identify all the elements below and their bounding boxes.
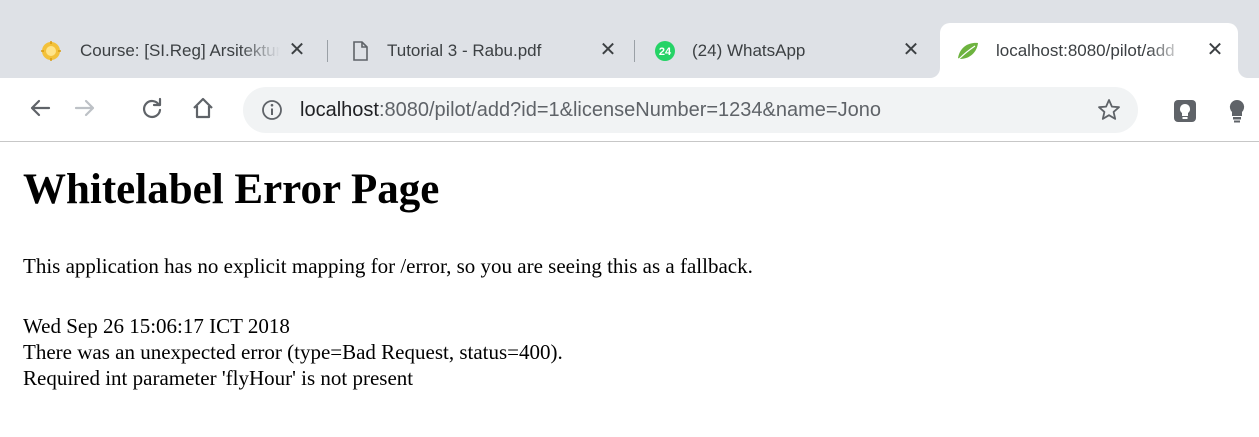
arrow-right-icon [74,97,96,124]
spring-leaf-icon [956,40,978,62]
home-button[interactable] [185,92,221,128]
tab-title: Course: [SI.Reg] Arsitektur [80,41,280,60]
reload-icon [141,97,163,124]
fallback-message: This application has no explicit mapping… [23,254,753,278]
tab-localhost-pilot[interactable]: localhost:8080/pilot/add ✕ [940,23,1238,78]
page-title: Whitelabel Error Page [23,166,440,213]
svg-text:24: 24 [659,46,672,58]
url-text[interactable]: localhost:8080/pilot/add?id=1&licenseNum… [300,98,881,122]
document-icon [349,40,371,62]
back-button[interactable] [22,92,58,128]
lightbulb-extension-icon[interactable] [1172,98,1198,124]
url-host: localhost [300,99,379,121]
error-status: There was an unexpected error (type=Bad … [23,340,563,364]
course-favicon-icon [40,40,62,62]
url-path: :8080/pilot/add?id=1&licenseNumber=1234&… [378,99,881,121]
tab-strip: Course: [SI.Reg] Arsitektur ✕ Tutorial 3… [0,0,1259,78]
tab-title: (24) WhatsApp [692,41,806,60]
tab-close-button[interactable]: ✕ [1204,39,1226,61]
error-timestamp: Wed Sep 26 15:06:17 ICT 2018 [23,314,290,338]
home-icon [191,96,215,125]
tab-close-button[interactable]: ✕ [286,39,308,61]
error-message: Required int parameter 'flyHour' is not … [23,366,414,390]
bulb-extension-icon[interactable] [1226,98,1252,124]
address-bar[interactable]: localhost:8080/pilot/add?id=1&licenseNum… [243,87,1138,133]
tab-tutorial-pdf[interactable]: Tutorial 3 - Rabu.pdf ✕ [331,23,631,78]
page-content: Whitelabel Error Page This application h… [0,143,1259,437]
tab-close-button[interactable]: ✕ [597,39,619,61]
whatsapp-icon: 24 [654,40,676,62]
tab-close-button[interactable]: ✕ [900,39,922,61]
tab-title: Tutorial 3 - Rabu.pdf [387,41,542,60]
reload-button[interactable] [134,92,170,128]
tab-title: localhost:8080/pilot/add [996,41,1175,60]
info-icon[interactable] [261,99,283,121]
tab-course[interactable]: Course: [SI.Reg] Arsitektur ✕ [0,23,322,78]
bookmark-star-icon[interactable] [1096,97,1122,123]
tab-separator [634,40,635,62]
tab-separator [327,40,328,62]
browser-toolbar: localhost:8080/pilot/add?id=1&licenseNum… [0,78,1259,142]
arrow-left-icon [29,97,51,124]
error-details: Wed Sep 26 15:06:17 ICT 2018 There was a… [23,313,563,391]
tab-whatsapp[interactable]: 24 (24) WhatsApp ✕ [638,23,936,78]
forward-button[interactable] [67,92,103,128]
